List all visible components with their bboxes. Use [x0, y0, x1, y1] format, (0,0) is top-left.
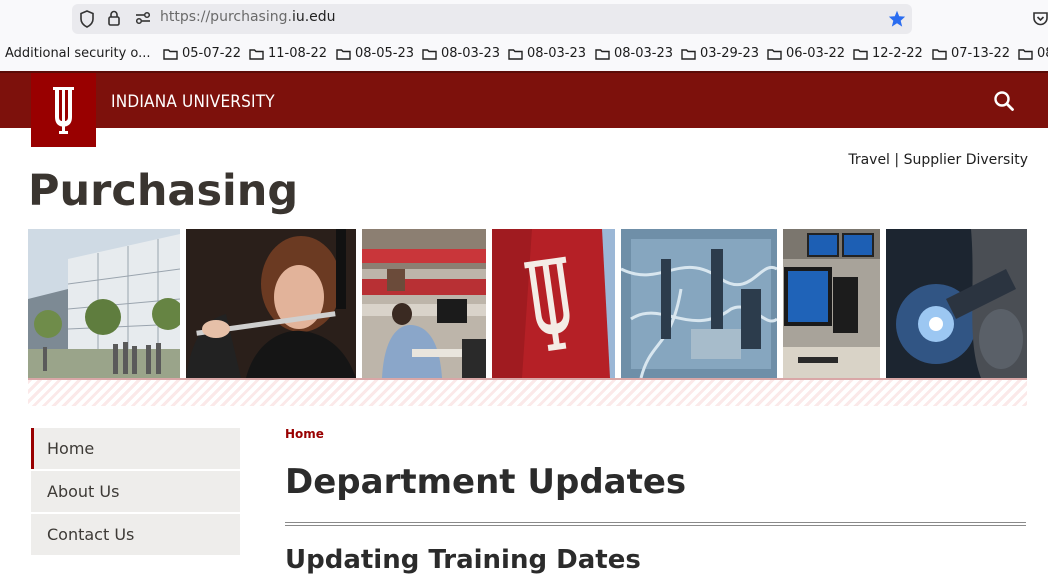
bookmark-folder[interactable]: 08-03-23 [422, 46, 500, 61]
breadcrumb[interactable]: Home [285, 427, 324, 441]
header-top-rule [0, 71, 1048, 73]
nav-item-home[interactable]: Home [31, 428, 240, 469]
banner-photo-students [362, 229, 486, 378]
bookmark-folder[interactable]: 08 [1018, 46, 1048, 61]
bookmark-label: Additional security o... [5, 46, 151, 61]
folder-icon [163, 48, 178, 60]
folder-icon [422, 48, 437, 60]
bookmark-label: 08-03-23 [441, 46, 501, 61]
nav-item-label: Contact Us [47, 525, 135, 544]
banner-stripe [28, 378, 1027, 406]
travel-link[interactable]: Travel [848, 152, 890, 168]
folder-icon [508, 48, 523, 60]
nav-item-label: Home [47, 439, 95, 458]
university-wordmark[interactable]: INDIANA UNIVERSITY [111, 92, 275, 112]
bookmark-label: 03-29-23 [700, 46, 760, 61]
page-heading: Department Updates [285, 462, 687, 502]
banner-photo-welding [886, 229, 1027, 378]
search-button[interactable] [984, 76, 1024, 126]
nav-item-label: About Us [47, 482, 120, 501]
bookmark-folder[interactable]: 07-13-22 [932, 46, 1010, 61]
bookmark-label: 08-05-23 [355, 46, 415, 61]
bookmark-folder[interactable]: 05-07-22 [163, 46, 241, 61]
bookmark-folder[interactable]: 12-2-22 [853, 46, 923, 61]
link-separator: | [894, 152, 900, 168]
supplier-diversity-link[interactable]: Supplier Diversity [904, 152, 1028, 168]
bookmark-folder[interactable]: 03-29-23 [681, 46, 759, 61]
folder-icon [249, 48, 264, 60]
bookmark-label: 07-13-22 [951, 46, 1011, 61]
banner-photo-computer-lab [783, 229, 880, 378]
folder-icon [336, 48, 351, 60]
trident-icon [53, 87, 74, 134]
folder-icon [932, 48, 947, 60]
banner-photo-flutist [186, 229, 356, 378]
bookmark-star-icon[interactable] [888, 10, 906, 27]
lock-icon[interactable] [107, 9, 121, 27]
bookmark-folder[interactable]: 06-03-22 [767, 46, 845, 61]
folder-icon [1018, 48, 1033, 60]
top-links: Travel | Supplier Diversity [848, 152, 1028, 168]
bookmark-label: 05-07-22 [182, 46, 242, 61]
bookmark-label: 08-03-23 [527, 46, 587, 61]
bookmark-folder[interactable]: 11-08-22 [249, 46, 327, 61]
banner-photo-building [28, 229, 180, 378]
folder-icon [767, 48, 782, 60]
search-icon [994, 91, 1014, 111]
bookmark-label: 11-08-22 [268, 46, 328, 61]
folder-icon [681, 48, 696, 60]
bookmark-label: 06-03-22 [786, 46, 846, 61]
nav-item-about-us[interactable]: About Us [31, 471, 240, 512]
permissions-icon[interactable] [135, 11, 151, 25]
bookmark-folder[interactable]: 08-05-23 [336, 46, 414, 61]
bookmark-label: 08-03-23 [614, 46, 674, 61]
url-domain: iu.edu [291, 9, 336, 25]
site-title[interactable]: Purchasing [28, 166, 298, 216]
nav-item-contact-us[interactable]: Contact Us [31, 514, 240, 555]
folder-icon [595, 48, 610, 60]
shield-icon[interactable] [79, 10, 95, 28]
folder-icon [853, 48, 868, 60]
bookmark-label: 12-2-22 [872, 46, 923, 61]
banner-photo-iu-flag [492, 229, 615, 378]
url-text[interactable]: https://purchasing.iu.edu [160, 9, 336, 25]
bookmark-folder[interactable]: 08-03-23 [508, 46, 586, 61]
heading-divider [285, 522, 1026, 526]
section-heading: Updating Training Dates [285, 545, 641, 575]
bookmark-folder[interactable]: 08-03-23 [595, 46, 673, 61]
bookmark-security[interactable]: Additional security o... [5, 46, 151, 61]
banner-photo-lab-equipment [621, 229, 777, 378]
pocket-icon[interactable] [1033, 11, 1048, 27]
bookmark-label: 08 [1037, 46, 1048, 61]
url-prefix: https://purchasing. [160, 9, 292, 25]
iu-trident-logo[interactable] [31, 73, 96, 147]
